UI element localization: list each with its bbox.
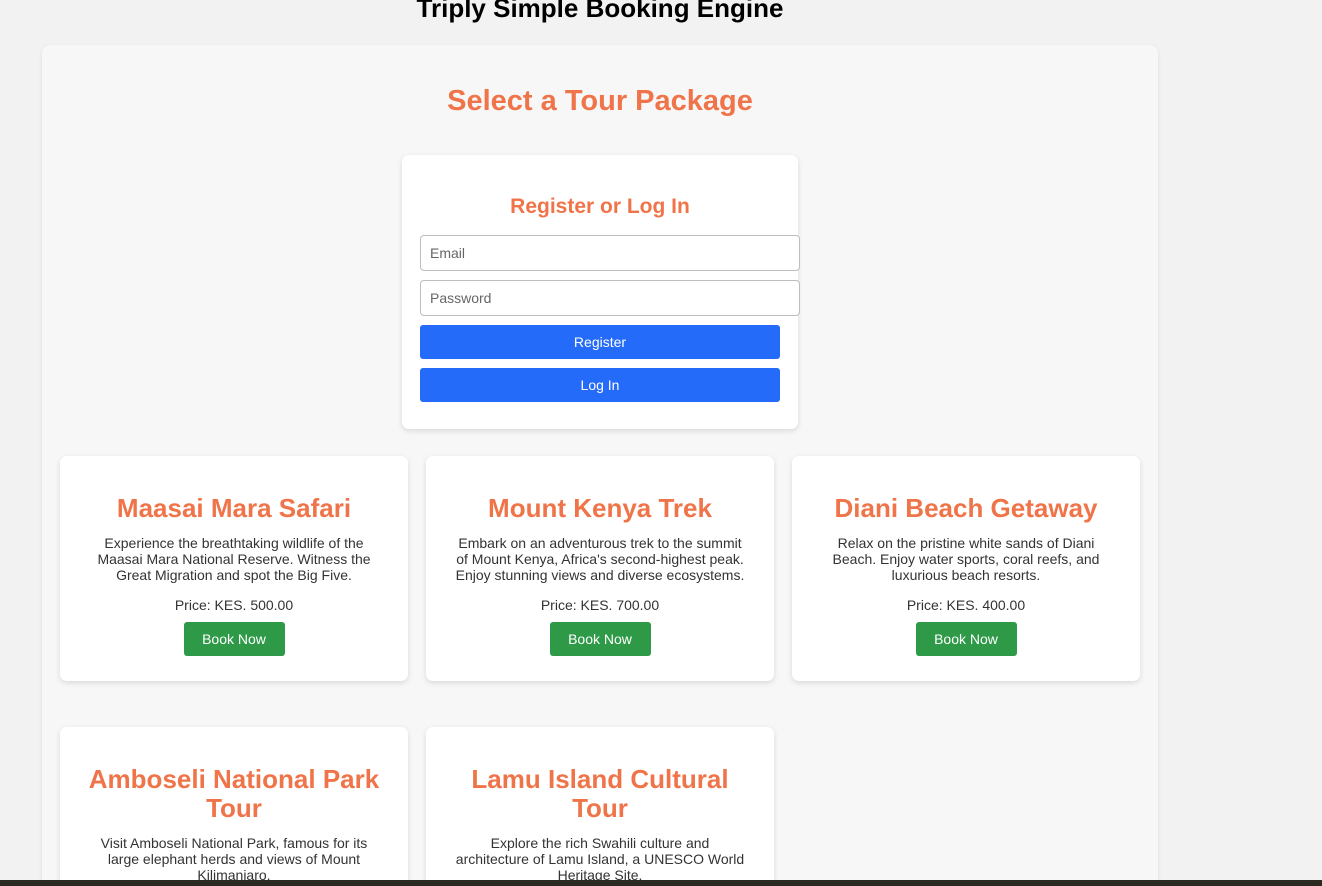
- tour-card-diani-beach: Diani Beach Getaway Relax on the pristin…: [792, 456, 1140, 681]
- register-button[interactable]: Register: [420, 325, 780, 359]
- tour-title: Amboseli National Park Tour: [88, 764, 380, 823]
- page-title: Triply Simple Booking Engine: [416, 0, 784, 23]
- window-bottom-edge: [0, 880, 1322, 886]
- book-now-button[interactable]: Book Now: [915, 622, 1017, 656]
- tour-title: Lamu Island Cultural Tour: [471, 764, 729, 823]
- auth-card: Register or Log In Register Log In: [402, 155, 800, 429]
- password-input[interactable]: [420, 280, 800, 316]
- tour-title: Diani Beach Getaway: [834, 493, 1098, 523]
- book-now-button[interactable]: Book Now: [549, 622, 651, 656]
- auth-title: Register or Log In: [510, 195, 690, 218]
- tour-description: Experience the breathtaking wildlife of …: [97, 535, 371, 583]
- tour-description: Explore the rich Swahili culture and arc…: [455, 835, 745, 883]
- email-input[interactable]: [420, 235, 800, 271]
- login-button[interactable]: Log In: [420, 368, 780, 402]
- tour-card-mount-kenya: Mount Kenya Trek Embark on an adventurou…: [426, 456, 774, 681]
- tour-price: Price: KES. 500.00: [174, 597, 294, 613]
- tour-title: Mount Kenya Trek: [488, 493, 712, 523]
- tour-price: Price: KES. 400.00: [906, 597, 1026, 613]
- tour-title: Maasai Mara Safari: [116, 493, 352, 523]
- tour-description: Visit Amboseli National Park, famous for…: [100, 835, 368, 883]
- section-title: Select a Tour Package: [447, 85, 753, 117]
- tour-card-amboseli: Amboseli National Park Tour Visit Ambose…: [60, 727, 408, 886]
- tour-price: Price: KES. 700.00: [540, 597, 660, 613]
- main-container: Select a Tour Package Register or Log In…: [42, 45, 1158, 886]
- tour-description: Embark on an adventurous trek to the sum…: [455, 535, 745, 583]
- book-now-button[interactable]: Book Now: [183, 622, 285, 656]
- tour-card-maasai-mara: Maasai Mara Safari Experience the breath…: [60, 456, 408, 681]
- tour-description: Relax on the pristine white sands of Dia…: [832, 535, 1100, 583]
- tour-card-lamu-island: Lamu Island Cultural Tour Explore the ri…: [426, 727, 774, 886]
